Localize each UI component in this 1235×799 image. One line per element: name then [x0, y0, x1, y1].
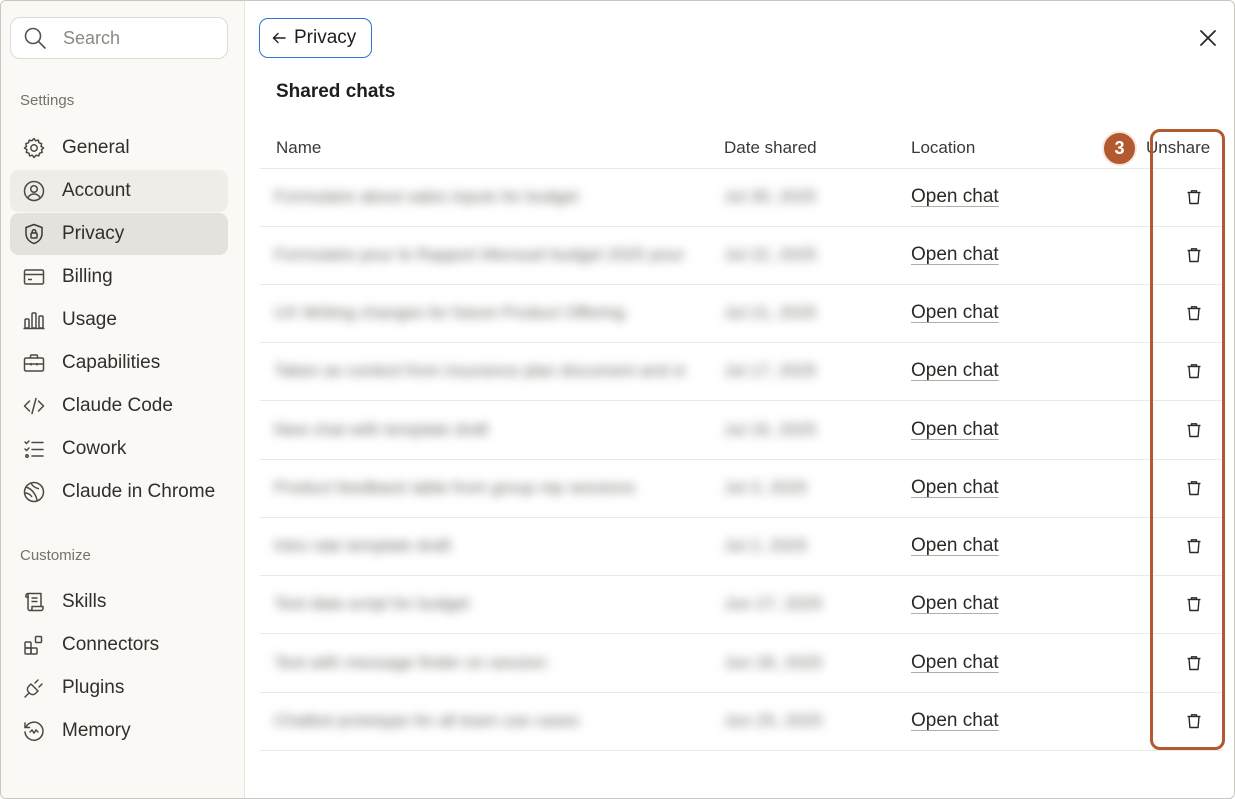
- arrow-left-icon: [272, 32, 286, 44]
- chat-name: Product feedback table from group rep se…: [274, 478, 635, 497]
- date-shared: Jul 17, 2025: [724, 361, 817, 380]
- table-row: Taken as context from insurance plan doc…: [260, 343, 1223, 401]
- sidebar-item-account[interactable]: Account: [10, 170, 228, 212]
- open-chat-link[interactable]: Open chat: [911, 477, 999, 499]
- date-shared: Jun 26, 2025: [724, 653, 823, 672]
- customize-section-label: Customize: [20, 547, 91, 564]
- user-circle-icon: [21, 178, 47, 204]
- sidebar-item-label: Cowork: [62, 438, 127, 459]
- back-button-label: Privacy: [294, 27, 357, 48]
- open-chat-link[interactable]: Open chat: [911, 302, 999, 324]
- search-icon: [24, 27, 46, 49]
- column-header-name: Name: [276, 138, 322, 157]
- chat-name: New chat with template draft: [274, 420, 489, 439]
- settings-section-label: Settings: [20, 92, 75, 109]
- close-icon: [1200, 30, 1216, 46]
- sidebar-item-cowork[interactable]: Cowork: [10, 428, 228, 470]
- open-chat-link[interactable]: Open chat: [911, 593, 999, 615]
- sidebar-item-plugins[interactable]: Plugins: [10, 667, 228, 709]
- table-row: Formulaire about sales inputs for budget…: [260, 169, 1223, 227]
- date-shared: Jul 21, 2025: [724, 303, 817, 322]
- table-row: New chat with template draft Jul 16, 202…: [260, 402, 1223, 460]
- chat-name: Taken as context from insurance plan doc…: [274, 361, 684, 380]
- table-row: Chatbot prototype for all team use cases…: [260, 693, 1223, 751]
- column-header-location: Location: [911, 138, 976, 157]
- sidebar-item-connectors[interactable]: Connectors: [10, 624, 228, 666]
- date-shared: Jun 25, 2025: [724, 711, 823, 730]
- page-title: Shared chats: [276, 81, 396, 102]
- sidebar-item-billing[interactable]: Billing: [10, 256, 228, 298]
- sidebar-item-capabilities[interactable]: Capabilities: [10, 342, 228, 384]
- sidebar-item-general[interactable]: General: [10, 127, 228, 169]
- date-shared: Jul 16, 2025: [724, 420, 817, 439]
- open-chat-link[interactable]: Open chat: [911, 186, 999, 208]
- chat-name: Chatbot prototype for all team use cases: [274, 711, 580, 730]
- gear-icon: [21, 135, 47, 161]
- sidebar-item-label: Usage: [62, 309, 117, 330]
- sidebar-item-label: Connectors: [62, 634, 160, 655]
- sidebar-item-label: Account: [62, 180, 131, 201]
- scroll-icon: [21, 589, 47, 615]
- sidebar-item-label: Capabilities: [62, 352, 161, 373]
- date-shared: Jun 27, 2025: [724, 594, 823, 613]
- search-placeholder: Search: [63, 27, 121, 48]
- open-chat-link[interactable]: Open chat: [911, 360, 999, 382]
- sidebar-item-label: Skills: [62, 591, 107, 612]
- sidebar-item-usage[interactable]: Usage: [10, 299, 228, 341]
- chat-name: Formulaire pour le Rapport Mensuel budge…: [274, 245, 684, 264]
- table-row: Test data script for budget Jun 27, 2025…: [260, 576, 1223, 634]
- sidebar-item-label: General: [62, 137, 130, 158]
- close-button[interactable]: [1196, 26, 1220, 50]
- date-shared: Jul 22, 2025: [724, 245, 817, 264]
- table-row: Formulaire pour le Rapport Mensuel budge…: [260, 227, 1223, 285]
- open-chat-link[interactable]: Open chat: [911, 535, 999, 557]
- search-input[interactable]: Search: [10, 17, 228, 59]
- open-chat-link[interactable]: Open chat: [911, 652, 999, 674]
- sidebar-item-label: Memory: [62, 720, 131, 741]
- date-shared: Jul 30, 2025: [724, 187, 817, 206]
- chat-name: Test with message finder on session: [274, 653, 548, 672]
- sidebar-item-privacy[interactable]: Privacy: [10, 213, 228, 255]
- table-row: Test with message finder on session Jun …: [260, 635, 1223, 693]
- memory-icon: [21, 718, 47, 744]
- credit-card-icon: [21, 264, 47, 290]
- sidebar-item-label: Privacy: [62, 223, 125, 244]
- sidebar: Search Settings General Account Privacy: [1, 1, 245, 798]
- settings-window: Search Settings General Account Privacy: [0, 0, 1235, 799]
- sidebar-item-memory[interactable]: Memory: [10, 710, 228, 752]
- sidebar-item-claude-in-chrome[interactable]: Claude in Chrome: [10, 471, 228, 513]
- toolbox-icon: [21, 350, 47, 376]
- sidebar-item-label: Billing: [62, 266, 113, 287]
- sidebar-item-label: Claude in Chrome: [62, 481, 216, 502]
- sidebar-item-label: Claude Code: [62, 395, 173, 416]
- annotation-highlight-box: [1150, 129, 1225, 750]
- shield-lock-icon: [21, 221, 47, 247]
- bar-chart-icon: [21, 307, 47, 333]
- column-header-date: Date shared: [724, 138, 817, 157]
- plug-icon: [21, 675, 47, 701]
- open-chat-link[interactable]: Open chat: [911, 710, 999, 732]
- sidebar-item-label: Plugins: [62, 677, 125, 698]
- sidebar-item-skills[interactable]: Skills: [10, 581, 228, 623]
- annotation-step-badge: 3: [1102, 131, 1137, 166]
- checklist-icon: [21, 436, 47, 462]
- globe-icon: [21, 479, 47, 505]
- chat-name: Intro rate template draft: [274, 536, 451, 555]
- table-row: UX Writing changes for future Product Of…: [260, 285, 1223, 343]
- chat-name: Test data script for budget: [274, 594, 470, 613]
- open-chat-link[interactable]: Open chat: [911, 244, 999, 266]
- chat-name: UX Writing changes for future Product Of…: [274, 303, 625, 322]
- code-icon: [21, 393, 47, 419]
- sidebar-item-claude-code[interactable]: Claude Code: [10, 385, 228, 427]
- blocks-icon: [21, 632, 47, 658]
- date-shared: Jul 2, 2025: [724, 536, 808, 555]
- date-shared: Jul 3, 2025: [724, 478, 808, 497]
- table-row: Product feedback table from group rep se…: [260, 460, 1223, 518]
- back-to-privacy-button[interactable]: Privacy: [259, 18, 372, 58]
- table-row: Intro rate template draft Jul 2, 2025 Op…: [260, 518, 1223, 576]
- chat-name: Formulaire about sales inputs for budget: [274, 187, 579, 206]
- open-chat-link[interactable]: Open chat: [911, 419, 999, 441]
